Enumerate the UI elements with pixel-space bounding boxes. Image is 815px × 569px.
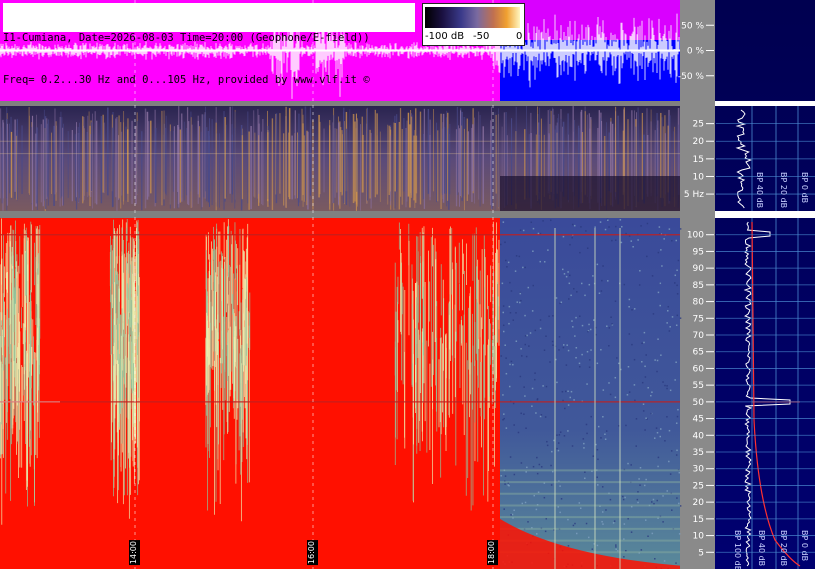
side-bp-label-low: BP 0 dB — [800, 172, 809, 204]
side-bp-label: BP 40 dB — [757, 530, 766, 567]
side-bp-label-low: BP 20 dB — [779, 172, 788, 209]
vlf-spectrogram-screen: 50 % 0 % -50 % 25 20 15 10 5 Hz 100 95 90 85 80 75 70 6… — [0, 0, 815, 569]
side-bp-label: BP 0 dB — [800, 530, 809, 562]
side-bp-label-low: BP 40 dB — [755, 172, 764, 209]
x-tick-label: 18:00 — [487, 540, 498, 566]
x-tick-label: 14:00 — [129, 540, 140, 566]
side-bp-label: BP 20 dB — [779, 530, 788, 567]
side-bp-label: BP 100 dB — [733, 530, 742, 569]
x-tick-label: 16:00 — [307, 540, 318, 566]
label-overlay: 14:00 16:00 18:00 BP 100 dB BP 40 dB BP 20 dB… — [0, 0, 815, 569]
